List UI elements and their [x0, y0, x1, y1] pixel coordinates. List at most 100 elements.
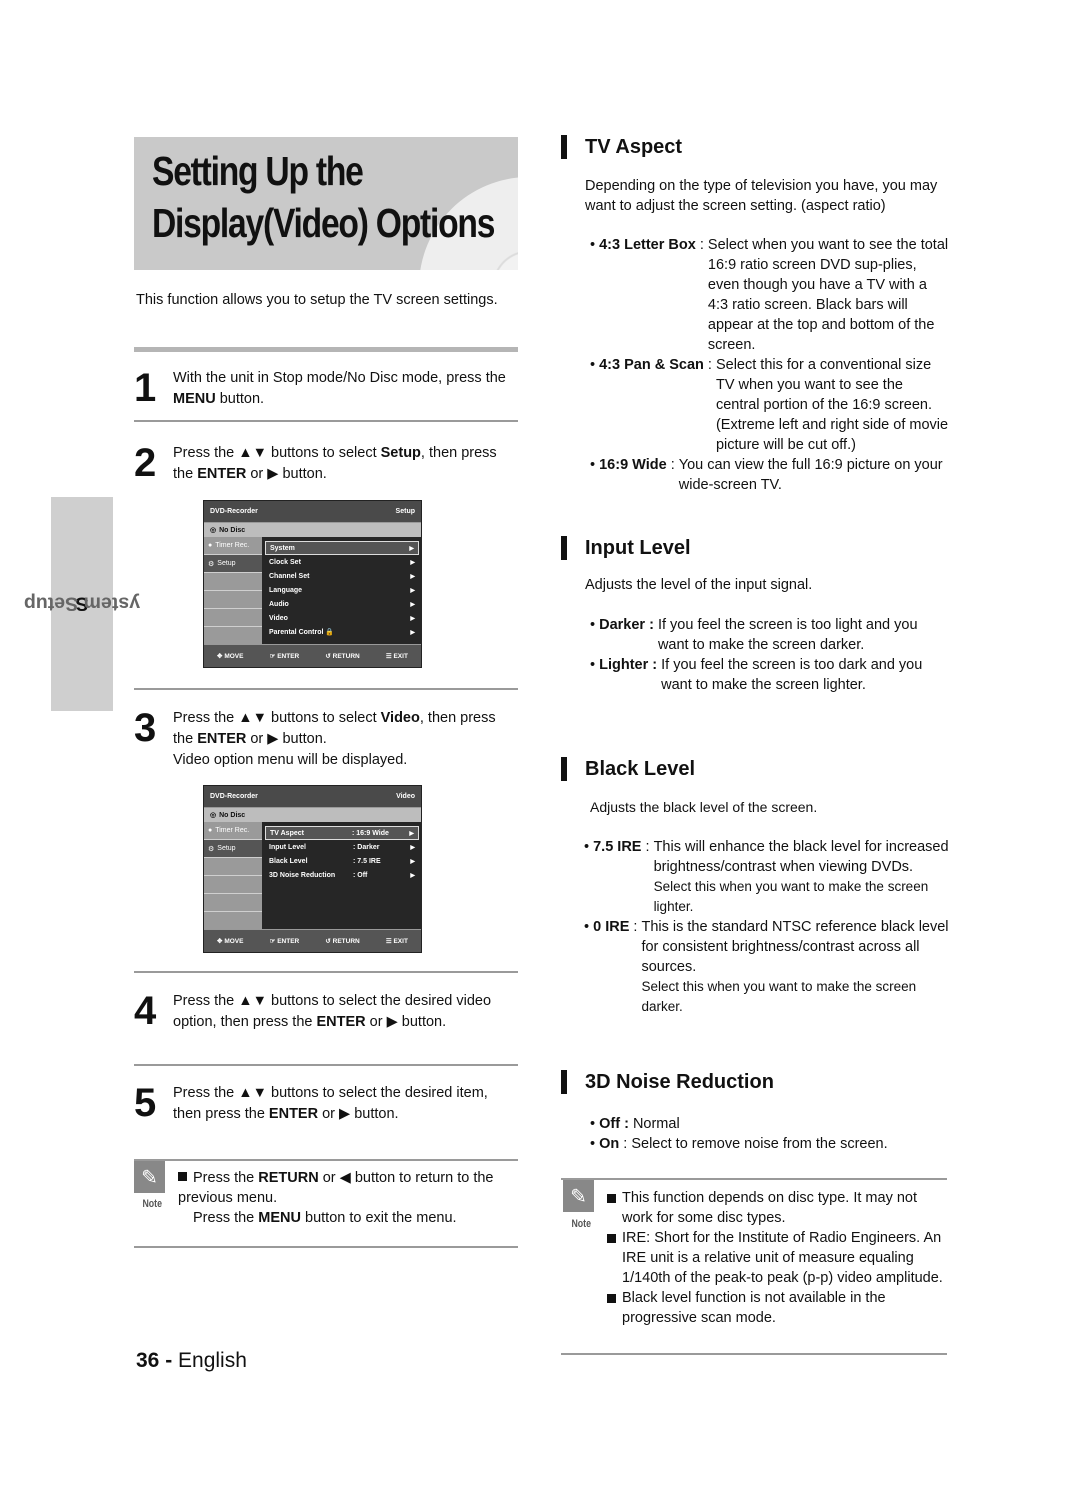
emphasis: ENTER [268, 1106, 319, 1122]
option-desc: This will enhance the black level for in… [654, 837, 950, 917]
osd-side-item[interactable]: ● Timer Rec. [204, 537, 262, 555]
osd-setup-menu: DVD-Recorder Setup ◎ No Disc ● Timer Rec. ⚙ Set… [203, 500, 422, 668]
osd-item-label: Parental Control 🔒 [269, 629, 335, 636]
osd-side-item[interactable] [204, 609, 262, 627]
osd-header: DVD-Recorder Video [204, 786, 421, 808]
disc-status-text: No Disc [219, 811, 246, 819]
osd-side-item[interactable] [204, 573, 262, 591]
osd-side-item[interactable]: ● Timer Rec. [204, 822, 262, 840]
osd-side-item[interactable] [204, 627, 262, 645]
black-level-intro: Adjusts the black level of the screen. [590, 799, 818, 815]
title-line-2: Display(Video) Options [152, 200, 495, 246]
option-term: • 0 IRE : [584, 919, 642, 935]
text: button. [215, 391, 265, 407]
osd-footer-label: RETURN [332, 653, 360, 660]
osd-item-value: : Darker [353, 843, 380, 851]
osd-footer: ✥ MOVE ☞ ENTER ↺ RETURN ☰ EXIT [204, 644, 421, 667]
section-side-tab: System Setup [24, 497, 140, 711]
divider [134, 1064, 518, 1066]
arrow-right-icon: ▶ [410, 615, 415, 622]
tv-aspect-options: • 4:3 Letter Box : Select when you want … [590, 235, 950, 495]
osd-item-label: System [270, 544, 295, 552]
osd-menu-item[interactable]: TV Aspect: 16:9 Wide ▶ [265, 826, 419, 840]
divider [561, 1178, 947, 1180]
emphasis: MENU [173, 391, 216, 407]
emphasis: MENU [258, 1210, 301, 1226]
note-line: Press the RETURN or ◀ button to return t… [178, 1168, 518, 1208]
arrow-right-icon: ▶ [410, 601, 415, 608]
osd-side-item[interactable] [204, 858, 262, 876]
osd-footer-label: RETURN [332, 938, 360, 945]
square-bullet-icon [607, 1194, 616, 1203]
text: or ▶ button. [365, 1014, 447, 1030]
osd-side-item[interactable] [204, 591, 262, 609]
osd-side-label: Setup [217, 845, 236, 852]
arrow-right-icon: ▶ [410, 872, 415, 879]
step-instruction: Press the ▲▼ buttons to select Video, th… [173, 708, 518, 750]
note-line: Press the MENU button to exit the menu. [178, 1208, 518, 1228]
osd-item-label: Black Level [269, 857, 308, 865]
divider [134, 347, 518, 352]
heading-input-level: Input Level [561, 536, 691, 560]
osd-side-item[interactable] [204, 876, 262, 894]
heading-black-level: Black Level [561, 757, 695, 781]
heading-bar [561, 135, 567, 159]
option-desc: Select this for a conventional size TV w… [715, 357, 949, 453]
osd-menu-item[interactable]: 3D Noise Reduction: Off ▶ [265, 868, 419, 882]
noise-reduction-options: • Off : Normal • On : Select to remove no… [590, 1114, 950, 1154]
return-icon: ↺ [325, 938, 333, 945]
osd-side-item[interactable]: ⚙ Setup [204, 840, 262, 858]
osd-footer-hint: ☞ ENTER [270, 937, 300, 945]
page-language: English [178, 1349, 247, 1372]
option-term: • 7.5 IRE : [584, 839, 654, 855]
osd-side-item[interactable] [204, 912, 262, 930]
osd-side-label: Setup [217, 560, 236, 567]
option-term: • 4:3 Pan & Scan : [590, 357, 716, 373]
title-banner: Setting Up the Display(Video) Options [134, 137, 518, 270]
pencil-icon: ✎ [134, 1161, 165, 1193]
note-label: Note [571, 1218, 592, 1230]
option-desc: Select when you want to see the total 16… [707, 237, 949, 353]
osd-menu-item[interactable]: Parental Control 🔒 ▶ [265, 625, 419, 639]
side-tab-label: ystem Setup [23, 593, 141, 616]
option-item: • Lighter : If you feel the screen is to… [590, 655, 950, 695]
step-number: 3 [134, 706, 157, 750]
option-term: • Darker : [590, 617, 654, 633]
osd-item-label: Language [269, 586, 303, 594]
option-item: • On : Select to remove noise from the s… [590, 1134, 950, 1154]
osd-menu-item[interactable]: Clock Set ▶ [265, 555, 419, 569]
osd-menu-item[interactable]: Channel Set ▶ [265, 569, 419, 583]
option-subnote: Select this when you want to make the sc… [641, 979, 917, 1014]
note-item: This function depends on disc type. It m… [607, 1188, 947, 1228]
divider [134, 688, 518, 690]
option-desc: If you feel the screen is too dark and y… [661, 657, 923, 693]
osd-footer-label: ENTER [277, 938, 300, 945]
osd-footer-label: EXIT [393, 938, 408, 945]
osd-footer-hint: ↺ RETURN [325, 652, 359, 660]
arrow-right-icon: ▶ [409, 545, 414, 552]
osd-menu-item[interactable]: Video ▶ [265, 611, 419, 625]
text: Press the ▲▼ buttons to select [173, 710, 381, 726]
osd-menu-item[interactable]: Black Level: 7.5 IRE ▶ [265, 854, 419, 868]
osd-disc-status: ◎ No Disc [204, 808, 421, 822]
osd-item-value: : 7.5 IRE [353, 857, 381, 865]
osd-menu-item[interactable]: System ▶ [265, 541, 419, 555]
osd-menu-item[interactable]: Audio ▶ [265, 597, 419, 611]
arrow-right-icon: ▶ [410, 629, 415, 636]
timer-icon: ● [208, 827, 213, 834]
osd-item-label: Audio [269, 600, 289, 608]
title-line-1: Setting Up the [152, 148, 364, 194]
osd-side-item[interactable] [204, 894, 262, 912]
note-item: IRE: Short for the Institute of Radio En… [607, 1228, 947, 1288]
osd-menu-item[interactable]: Language ▶ [265, 583, 419, 597]
option-item: • 0 IRE : This is the standard NTSC refe… [584, 917, 950, 1017]
osd-menu-item[interactable]: Input Level: Darker ▶ [265, 840, 419, 854]
step-2: 2 Press the ▲▼ buttons to select Setup, … [134, 443, 519, 487]
option-desc: This is the standard NTSC reference blac… [641, 917, 950, 1017]
osd-side-item[interactable]: ⚙ Setup [204, 555, 262, 573]
square-bullet-icon [178, 1172, 187, 1181]
osd-footer-label: EXIT [393, 653, 408, 660]
step-extra: Video option menu will be displayed. [173, 752, 408, 768]
osd-item-label: TV Aspect [270, 829, 304, 837]
page-title: Setting Up the Display(Video) Options [152, 145, 495, 249]
